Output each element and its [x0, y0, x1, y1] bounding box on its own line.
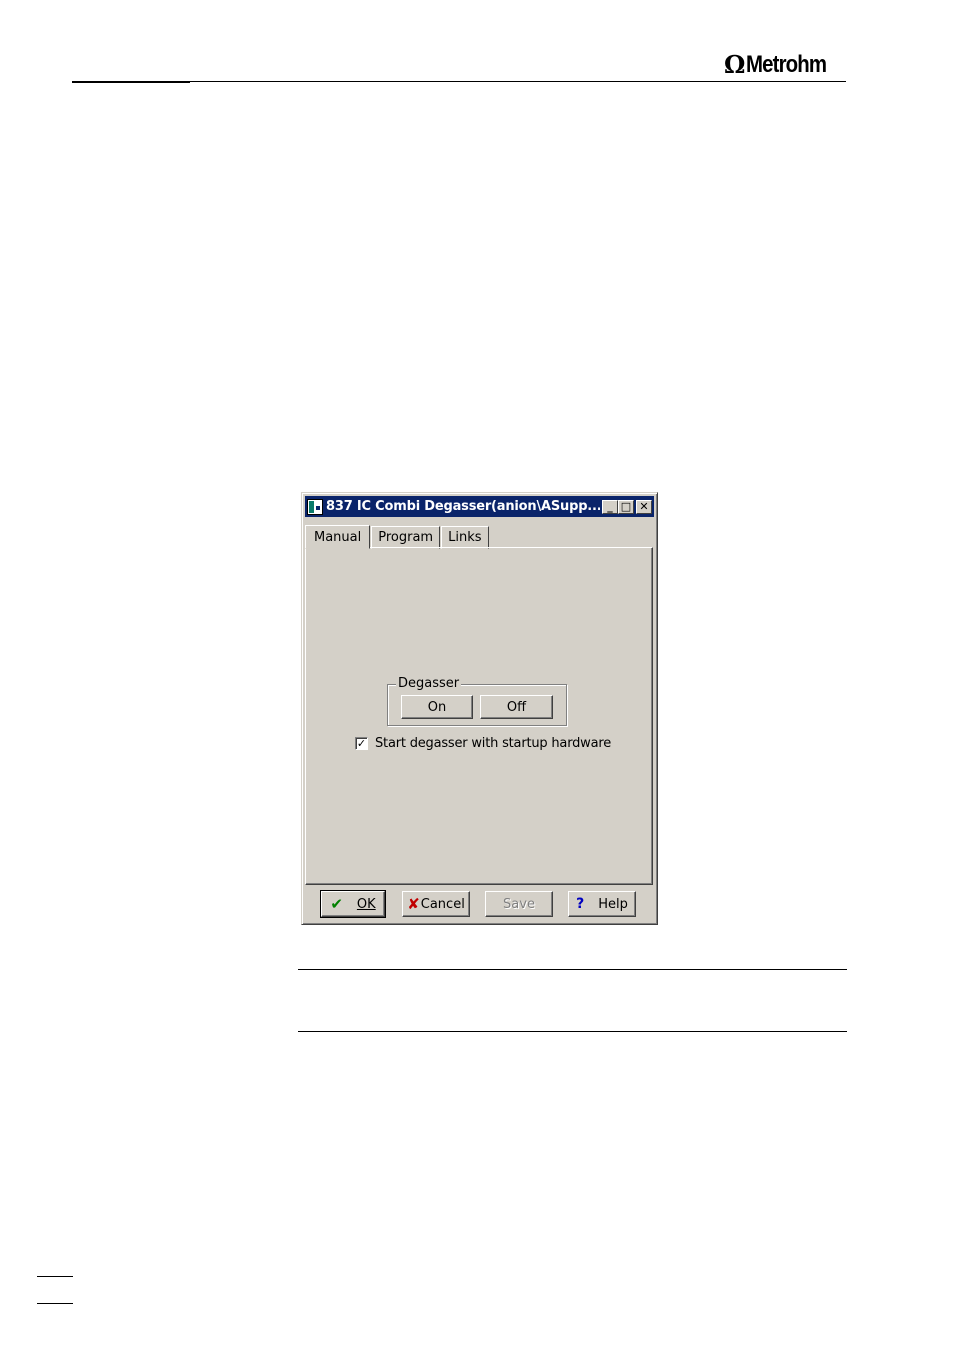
title-bar[interactable]: 837 IC Combi Degasser(anion\ASupp... _ □…	[305, 496, 654, 517]
tab-manual[interactable]: Manual	[305, 525, 371, 549]
footer-line-lower	[37, 1303, 73, 1304]
metrohm-logo: Ω Metrohm	[724, 50, 841, 80]
maximize-button[interactable]: □	[618, 499, 634, 514]
startup-checkbox[interactable]: ✓	[355, 737, 368, 750]
help-question-icon: ?	[576, 896, 585, 912]
ok-label: OK	[356, 896, 376, 912]
minimize-button[interactable]: _	[602, 499, 618, 514]
header-rule-accent	[72, 81, 190, 83]
window-title: 837 IC Combi Degasser(anion\ASupp...	[326, 499, 600, 514]
cancel-x-icon: ✘	[407, 895, 420, 913]
tab-strip: Manual Program Links	[305, 524, 490, 549]
caption-rule-top	[298, 969, 847, 970]
degasser-off-button[interactable]: Off	[480, 695, 553, 719]
cancel-label: Cancel	[420, 896, 465, 912]
omega-logo-icon: Ω	[724, 50, 746, 79]
degasser-group-label: Degasser	[396, 676, 462, 692]
manual-tab-panel: Degasser On Off ✓ Start degasser with st…	[305, 547, 653, 885]
footer-line-upper	[37, 1276, 73, 1277]
ok-button[interactable]: ✔ OK	[320, 890, 386, 918]
help-button[interactable]: ? Help	[568, 891, 636, 917]
help-label: Help	[598, 896, 628, 912]
tab-program[interactable]: Program	[371, 526, 441, 549]
cancel-button[interactable]: ✘ Cancel	[402, 891, 470, 917]
startup-checkbox-row[interactable]: ✓ Start degasser with startup hardware	[355, 736, 611, 751]
tab-links[interactable]: Links	[441, 526, 489, 549]
save-button[interactable]: Save	[485, 891, 553, 917]
brand-name: Metrohm	[746, 51, 827, 78]
check-icon: ✔	[330, 895, 343, 913]
degasser-dialog: 837 IC Combi Degasser(anion\ASupp... _ □…	[301, 492, 658, 925]
caption-rule-bottom	[298, 1031, 847, 1032]
close-button[interactable]: ✕	[636, 499, 652, 514]
degasser-on-button[interactable]: On	[401, 695, 473, 719]
startup-checkbox-label: Start degasser with startup hardware	[375, 736, 612, 751]
app-icon	[307, 498, 323, 515]
